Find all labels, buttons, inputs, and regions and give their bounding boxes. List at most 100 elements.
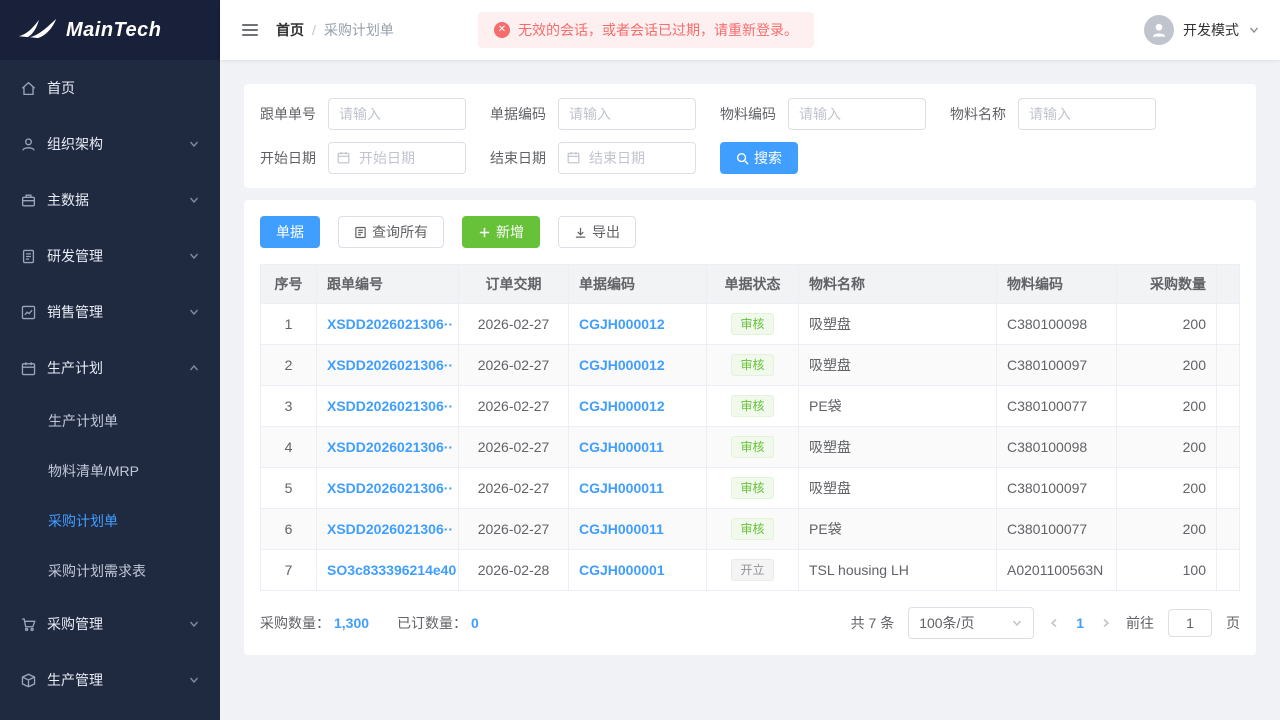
order-no-link[interactable]: SO3c833396214e40 — [327, 562, 456, 578]
sidebar-item-label: 采购管理 — [47, 614, 103, 634]
table-row[interactable]: 1 XSDD2026021306·· 2026-02-27 CGJH000012… — [261, 304, 1240, 345]
col-header-due-date: 订单交期 — [459, 265, 569, 304]
cell-due-date: 2026-02-27 — [459, 345, 569, 386]
filter-row-1: 跟单单号 单据编码 物料编码 物料名称 — [260, 98, 1240, 130]
add-button[interactable]: 新增 — [462, 216, 540, 248]
material-code-input[interactable] — [788, 98, 926, 130]
current-page[interactable]: 1 — [1074, 615, 1086, 631]
order-no-link[interactable]: XSDD2026021306·· — [327, 398, 453, 414]
cell-due-date: 2026-02-27 — [459, 427, 569, 468]
order-no-link[interactable]: XSDD2026021306·· — [327, 480, 453, 496]
sidebar-subitem-purchase-plan-demand[interactable]: 采购计划需求表 — [0, 546, 220, 596]
cell-qty: 200 — [1117, 386, 1217, 427]
breadcrumb-home[interactable]: 首页 — [276, 20, 304, 40]
cell-material-name: 吸塑盘 — [799, 345, 997, 386]
sidebar-subitem-purchase-plan[interactable]: 采购计划单 — [0, 496, 220, 546]
order-no-link[interactable]: XSDD2026021306·· — [327, 521, 453, 537]
cell-doc-code: CGJH000012 — [569, 386, 707, 427]
filter-field-end-date: 结束日期 — [490, 142, 696, 174]
sidebar-item-rd-management[interactable]: 研发管理 — [0, 228, 220, 284]
main-content: 跟单单号 单据编码 物料编码 物料名称 — [220, 60, 1280, 720]
goto-page-input[interactable] — [1168, 609, 1212, 637]
sidebar-item-label: 研发管理 — [47, 246, 103, 266]
cell-extra — [1217, 509, 1240, 550]
cell-due-date: 2026-02-27 — [459, 386, 569, 427]
table-row[interactable]: 2 XSDD2026021306·· 2026-02-27 CGJH000012… — [261, 345, 1240, 386]
sidebar-item-organization[interactable]: 组织架构 — [0, 116, 220, 172]
table-row[interactable]: 3 XSDD2026021306·· 2026-02-27 CGJH000012… — [261, 386, 1240, 427]
status-badge: 审核 — [731, 477, 773, 499]
goto-label: 前往 — [1126, 613, 1154, 633]
filter-row-2: 开始日期 结束日期 — [260, 142, 1240, 174]
doc-code-link[interactable]: CGJH000001 — [579, 562, 665, 578]
order-no-input[interactable] — [328, 98, 466, 130]
chevron-down-icon — [188, 618, 200, 630]
cell-extra — [1217, 345, 1240, 386]
cell-order-no: XSDD2026021306·· — [317, 345, 459, 386]
query-all-button[interactable]: 查询所有 — [338, 216, 444, 248]
next-page-button[interactable] — [1100, 617, 1112, 629]
cell-material-code: C380100098 — [997, 304, 1117, 345]
hamburger-menu-icon[interactable] — [240, 20, 260, 40]
doc-code-link[interactable]: CGJH000012 — [579, 357, 665, 373]
doc-code-link[interactable]: CGJH000012 — [579, 398, 665, 414]
sidebar-item-production-management[interactable]: 生产管理 — [0, 652, 220, 708]
doc-code-link[interactable]: CGJH000012 — [579, 316, 665, 332]
chevron-down-icon — [188, 250, 200, 262]
order-no-link[interactable]: XSDD2026021306·· — [327, 439, 453, 455]
cell-seq: 4 — [261, 427, 317, 468]
cell-material-code: C380100098 — [997, 427, 1117, 468]
sidebar-item-sales-management[interactable]: 销售管理 — [0, 284, 220, 340]
status-badge: 审核 — [731, 313, 773, 335]
material-name-input[interactable] — [1018, 98, 1156, 130]
sidebar-subitem-production-plan-doc[interactable]: 生产计划单 — [0, 396, 220, 446]
prev-page-button[interactable] — [1048, 617, 1060, 629]
doc-code-link[interactable]: CGJH000011 — [579, 480, 664, 496]
goto-suffix: 页 — [1226, 613, 1240, 633]
search-button[interactable]: 搜索 — [720, 142, 798, 174]
breadcrumb-separator: / — [312, 22, 316, 38]
doc-code-input[interactable] — [558, 98, 696, 130]
table-row[interactable]: 5 XSDD2026021306·· 2026-02-27 CGJH000011… — [261, 468, 1240, 509]
chevron-down-icon — [188, 674, 200, 686]
order-no-link[interactable]: XSDD2026021306·· — [327, 316, 453, 332]
chart-icon — [20, 304, 37, 321]
end-date-picker — [558, 142, 696, 174]
table-row[interactable]: 6 XSDD2026021306·· 2026-02-27 CGJH000011… — [261, 509, 1240, 550]
cell-order-no: XSDD2026021306·· — [317, 427, 459, 468]
table-card: 单据 查询所有 新增 导出 — [244, 200, 1256, 655]
sidebar-item-home[interactable]: 首页 — [0, 60, 220, 116]
col-header-status: 单据状态 — [707, 265, 799, 304]
pagination: 共 7 条 100条/页 1 前往 页 — [851, 607, 1240, 639]
sidebar-item-master-data[interactable]: 主数据 — [0, 172, 220, 228]
table-row[interactable]: 7 SO3c833396214e40 2026-02-28 CGJH000001… — [261, 550, 1240, 591]
cell-qty: 200 — [1117, 304, 1217, 345]
filter-field-material-name: 物料名称 — [950, 98, 1156, 130]
chevron-down-icon — [1248, 24, 1260, 36]
table-row[interactable]: 4 XSDD2026021306·· 2026-02-27 CGJH000011… — [261, 427, 1240, 468]
sidebar-item-label: 首页 — [47, 78, 75, 98]
filter-label: 物料名称 — [950, 104, 1006, 124]
order-no-link[interactable]: XSDD2026021306·· — [327, 357, 453, 373]
sidebar-subitem-bom-mrp[interactable]: 物料清单/MRP — [0, 446, 220, 496]
page-size-select[interactable]: 100条/页 — [908, 607, 1034, 639]
user-mode-label: 开发模式 — [1183, 20, 1239, 40]
docs-button[interactable]: 单据 — [260, 216, 320, 248]
export-button[interactable]: 导出 — [558, 216, 636, 248]
cell-order-no: SO3c833396214e40 — [317, 550, 459, 591]
logo-text: MainTech — [66, 19, 162, 42]
cell-status: 审核 — [707, 509, 799, 550]
cell-seq: 5 — [261, 468, 317, 509]
col-header-material-name: 物料名称 — [799, 265, 997, 304]
doc-code-link[interactable]: CGJH000011 — [579, 521, 664, 537]
document-icon — [354, 226, 367, 239]
sidebar-item-production-plan[interactable]: 生产计划 — [0, 340, 220, 396]
sidebar-item-purchasing-management[interactable]: 采购管理 — [0, 596, 220, 652]
sidebar-item-label: 组织架构 — [47, 134, 103, 154]
chevron-down-icon — [188, 194, 200, 206]
purchase-qty-label: 采购数量： — [260, 615, 330, 631]
doc-code-link[interactable]: CGJH000011 — [579, 439, 664, 455]
user-menu[interactable]: 开发模式 — [1144, 15, 1260, 45]
logo-swoosh-icon — [18, 17, 58, 44]
session-expired-alert: ✕ 无效的会话，或者会话已过期，请重新登录。 — [478, 12, 814, 48]
